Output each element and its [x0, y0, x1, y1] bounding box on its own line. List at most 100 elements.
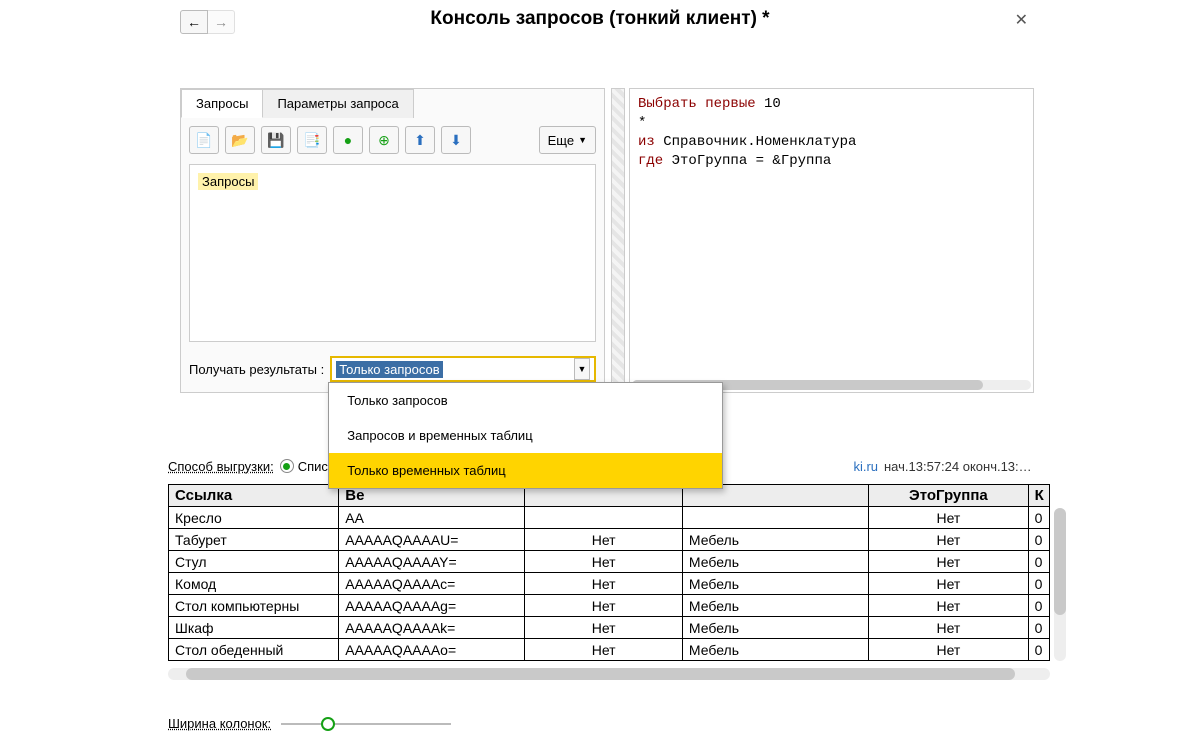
toolbar: 📄 📂 💾 📑 ● ⊕ ⬆ ⬇ Еще ▼	[189, 126, 596, 154]
queries-panel: Запросы Параметры запроса 📄 📂 💾 📑 ● ⊕ ⬆ …	[180, 88, 605, 393]
query-code: Выбрать первые 10 * из Справочник.Номенк…	[630, 89, 1033, 177]
arrow-down-icon: ⬇	[450, 132, 462, 149]
table-row[interactable]: Стол обеденныйAAAAAQAAAAo=НетМебельНет0	[169, 639, 1050, 661]
table-cell: Нет	[525, 551, 682, 573]
table-cell: Стол обеденный	[169, 639, 339, 661]
column-header[interactable]: Ссылка	[169, 485, 339, 507]
tree-root-item[interactable]: Запросы	[198, 173, 258, 190]
table-cell: 0	[1028, 595, 1049, 617]
table-cell: Нет	[525, 529, 682, 551]
save-button[interactable]: 💾	[261, 126, 291, 154]
table-cell: 0	[1028, 573, 1049, 595]
splitter-handle[interactable]	[611, 88, 625, 393]
table-cell: Нет	[525, 639, 682, 661]
table-cell: AAAAAQAAAAY=	[339, 551, 525, 573]
slider-thumb[interactable]	[321, 717, 335, 731]
close-icon: ✕	[1015, 12, 1028, 29]
open-button[interactable]: 📂	[225, 126, 255, 154]
table-cell: AAAAAQAAAAg=	[339, 595, 525, 617]
table-row[interactable]: ТабуретAAAAAQAAAAU=НетМебельНет0	[169, 529, 1050, 551]
table-cell: Нет	[869, 617, 1029, 639]
source-link[interactable]: ki.ru	[853, 459, 878, 474]
table-cell: Мебель	[682, 551, 868, 573]
column-width-slider[interactable]	[281, 717, 451, 731]
table-cell: 0	[1028, 639, 1049, 661]
export-mode-label: Способ выгрузки:	[168, 459, 274, 474]
table-cell: AAAAAQAAAAo=	[339, 639, 525, 661]
combo-caret-button[interactable]: ▼	[574, 358, 590, 380]
results-mode-combo[interactable]: Только запросов ▼ Только запросов Запрос…	[330, 356, 596, 382]
table-cell: 0	[1028, 617, 1049, 639]
table-cell: 0	[1028, 551, 1049, 573]
table-cell: Нет	[869, 529, 1029, 551]
add-child-button[interactable]: ⊕	[369, 126, 399, 154]
file-icon: 📄	[195, 132, 212, 149]
move-down-button[interactable]: ⬇	[441, 126, 471, 154]
column-header[interactable]: ЭтоГруппа	[869, 485, 1029, 507]
table-cell: Нет	[869, 639, 1029, 661]
table-cell: 0	[1028, 529, 1049, 551]
tab-queries[interactable]: Запросы	[181, 89, 263, 118]
folder-open-icon: 📂	[231, 132, 248, 149]
dropdown-option[interactable]: Запросов и временных таблиц	[329, 418, 722, 453]
more-button[interactable]: Еще ▼	[539, 126, 596, 154]
table-cell: Нет	[869, 595, 1029, 617]
column-header[interactable]: К	[1028, 485, 1049, 507]
table-cell: Мебель	[682, 617, 868, 639]
copy-icon: 📑	[303, 132, 320, 149]
table-cell	[682, 507, 868, 529]
table-row[interactable]: СтулAAAAAQAAAAY=НетМебельНет0	[169, 551, 1050, 573]
add-button[interactable]: ●	[333, 126, 363, 154]
table-cell: Шкаф	[169, 617, 339, 639]
tab-params[interactable]: Параметры запроса	[262, 89, 413, 118]
table-cell: Табурет	[169, 529, 339, 551]
table-cell: Кресло	[169, 507, 339, 529]
grid-h-scrollbar[interactable]	[168, 668, 1050, 680]
table-row[interactable]: ШкафAAAAAQAAAAk=НетМебельНет0	[169, 617, 1050, 639]
grid-v-scrollbar[interactable]	[1054, 508, 1066, 661]
table-cell: Нет	[525, 595, 682, 617]
table-cell: 0	[1028, 507, 1049, 529]
table-cell: Стол компьютерны	[169, 595, 339, 617]
results-mode-label: Получать результаты :	[189, 362, 324, 377]
table-cell: Стул	[169, 551, 339, 573]
table-cell: AAAAAQAAAAk=	[339, 617, 525, 639]
more-label: Еще	[548, 133, 574, 148]
timing-text: нач.13:57:24 оконч.13:5...	[884, 459, 1034, 474]
arrow-up-icon: ⬆	[414, 132, 426, 149]
table-cell	[525, 507, 682, 529]
table-row[interactable]: КреслоААНет0	[169, 507, 1050, 529]
copy-button[interactable]: 📑	[297, 126, 327, 154]
close-button[interactable]: ✕	[1015, 10, 1028, 30]
table-cell: Комод	[169, 573, 339, 595]
table-row[interactable]: Стол компьютерныAAAAAQAAAAg=НетМебельНет…	[169, 595, 1050, 617]
table-cell: Нет	[525, 573, 682, 595]
column-width-label: Ширина колонок:	[168, 716, 271, 731]
dropdown-option[interactable]: Только запросов	[329, 383, 722, 418]
table-cell: AAAAAQAAAAU=	[339, 529, 525, 551]
query-text-area[interactable]: Выбрать первые 10 * из Справочник.Номенк…	[629, 88, 1034, 393]
table-row[interactable]: КомодAAAAAQAAAAc=НетМебельНет0	[169, 573, 1050, 595]
table-cell: AAAAAQAAAAc=	[339, 573, 525, 595]
combo-selected-value: Только запросов	[336, 361, 442, 378]
table-cell: Мебель	[682, 529, 868, 551]
table-cell: Нет	[869, 573, 1029, 595]
plus-child-icon: ⊕	[378, 132, 390, 149]
query-tree[interactable]: Запросы	[189, 164, 596, 342]
chevron-down-icon: ▼	[578, 364, 587, 374]
plus-circle-icon: ●	[344, 132, 352, 148]
floppy-icon: 💾	[267, 132, 284, 149]
table-cell: Нет	[869, 551, 1029, 573]
move-up-button[interactable]: ⬆	[405, 126, 435, 154]
table-cell: Нет	[525, 617, 682, 639]
dropdown-option[interactable]: Только временных таблиц	[329, 453, 722, 488]
result-grid: СсылкаВеЭтоГруппаК КреслоААНет0ТабуретAA…	[168, 484, 1050, 661]
table-cell: Мебель	[682, 595, 868, 617]
results-mode-dropdown: Только запросов Запросов и временных таб…	[328, 382, 723, 489]
table-cell: Мебель	[682, 573, 868, 595]
new-button[interactable]: 📄	[189, 126, 219, 154]
table-cell: АА	[339, 507, 525, 529]
radio-dot-icon	[280, 459, 294, 473]
chevron-down-icon: ▼	[578, 135, 587, 145]
table-cell: Мебель	[682, 639, 868, 661]
